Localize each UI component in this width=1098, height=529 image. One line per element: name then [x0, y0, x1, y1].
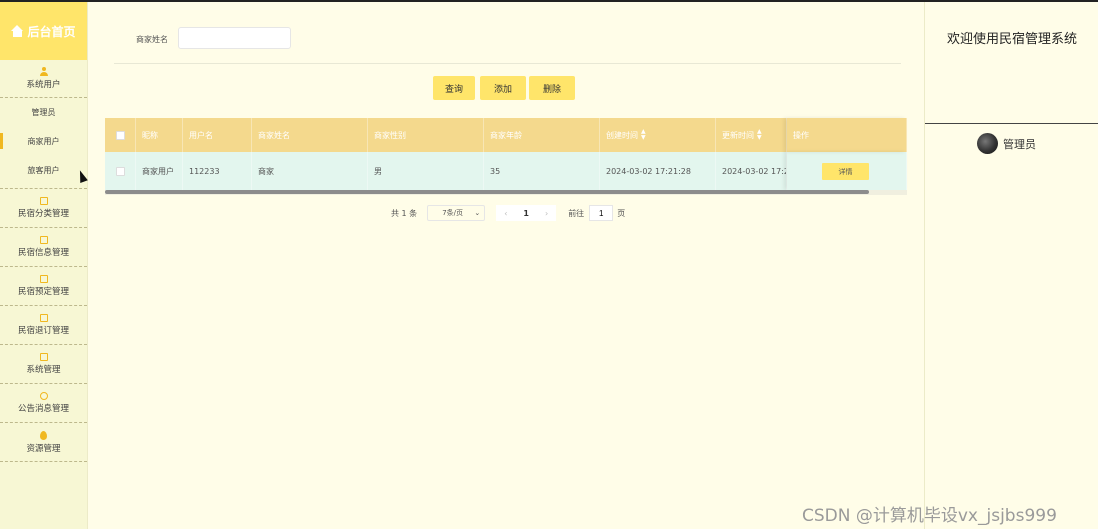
- sidebar-subitem-label: 旅客用户: [27, 166, 60, 175]
- detail-button[interactable]: 详情: [822, 163, 869, 180]
- cell-actions: 详情: [787, 152, 907, 190]
- table-row: 商家用户 112233 商家 男 35 2024-03-02 17:21:28 …: [105, 152, 907, 190]
- home-label: 后台首页: [27, 24, 76, 39]
- image-icon: [39, 353, 48, 361]
- add-button[interactable]: 添加: [480, 76, 526, 100]
- cell-merchant-name: 商家: [252, 152, 368, 190]
- goto-page-suffix: 页: [617, 208, 626, 218]
- sort-icon[interactable]: ▲ ▼: [757, 129, 762, 141]
- merchant-name-search-input[interactable]: [178, 27, 291, 49]
- merchant-table: 昵称 用户名 商家姓名 商家性别 商家年龄 创建时间 ▲ ▼ 更新时间 ▲ ▼ 操作…: [105, 118, 907, 195]
- sidebar-subitem-label: 管理员: [31, 108, 56, 117]
- header-merchant-gender: 商家性别: [368, 118, 484, 152]
- header-username: 用户名: [183, 118, 252, 152]
- header-merchant-age: 商家年龄: [484, 118, 600, 152]
- delete-button[interactable]: 删除: [529, 76, 575, 100]
- home-link[interactable]: 后台首页: [0, 2, 87, 60]
- sidebar-item-label: 民宿分类管理: [17, 209, 69, 219]
- pagination: 共 1 条 7条/页 ⌄ ‹ 1 › 前往 页: [391, 205, 625, 221]
- cell-created-at: 2024-03-02 17:21:28: [600, 152, 716, 190]
- sidebar-subitem-label: 商家用户: [27, 137, 60, 146]
- table-header: 昵称 用户名 商家姓名 商家性别 商家年龄 创建时间 ▲ ▼ 更新时间 ▲ ▼ 操作: [105, 118, 907, 152]
- sidebar-item-category[interactable]: 民宿分类管理: [0, 189, 87, 228]
- sidebar-item-system[interactable]: 系统管理: [0, 345, 87, 384]
- select-all-checkbox[interactable]: [115, 130, 125, 140]
- goto-page-input[interactable]: [589, 205, 614, 221]
- cell-username: 112233: [183, 152, 252, 190]
- header-updated-at[interactable]: 更新时间 ▲ ▼: [716, 118, 787, 152]
- right-panel: 欢迎使用民宿管理系统 管理员: [924, 2, 1098, 529]
- sidebar-subitem-admin[interactable]: 管理员: [0, 98, 87, 127]
- cell-merchant-age: 35: [484, 152, 600, 190]
- watermark: CSDN @计算机毕设vx_jsjbs999: [802, 506, 1057, 526]
- prev-page-icon[interactable]: ‹: [504, 209, 507, 218]
- sidebar-item-label: 资源管理: [26, 443, 61, 454]
- sidebar-subitem-traveler-users[interactable]: 旅客用户: [0, 156, 87, 185]
- sidebar-item-resource[interactable]: 资源管理: [0, 423, 87, 462]
- sidebar-item-system-users[interactable]: 系统用户: [0, 60, 87, 98]
- query-button[interactable]: 查询: [433, 76, 475, 100]
- chevron-down-icon: ⌄: [474, 209, 481, 217]
- page-navigator: ‹ 1 ›: [496, 205, 557, 221]
- divider: [114, 63, 901, 64]
- sidebar-item-notice[interactable]: 公告消息管理: [0, 384, 87, 423]
- cell-nickname: 商家用户: [136, 152, 183, 190]
- select-all-cell: [105, 118, 136, 152]
- cell-updated-at: 2024-03-02 17:21:28: [716, 152, 787, 190]
- header-actions: 操作: [787, 118, 907, 152]
- row-select-cell: [105, 152, 136, 190]
- sidebar-item-info[interactable]: 民宿信息管理: [0, 228, 87, 267]
- pin-icon: [40, 430, 47, 440]
- page-size-value: 7条/页: [442, 209, 463, 217]
- sidebar-item-label: 系统用户: [26, 80, 61, 90]
- goto-label: 前往: [568, 208, 585, 218]
- folder-icon: [39, 197, 48, 205]
- header-nickname: 昵称: [136, 118, 183, 152]
- header-label: 更新时间: [722, 130, 754, 140]
- header-created-at[interactable]: 创建时间 ▲ ▼: [600, 118, 716, 152]
- user-icon: [39, 67, 48, 76]
- pagination-total: 共 1 条: [391, 208, 418, 218]
- page-size-select[interactable]: 7条/页 ⌄: [427, 205, 486, 221]
- row-checkbox[interactable]: [115, 166, 125, 176]
- sidebar-item-label: 公告消息管理: [17, 404, 69, 414]
- sidebar-submenu-system-users: 管理员 商家用户 旅客用户: [0, 98, 87, 189]
- divider: [925, 123, 1098, 124]
- cell-merchant-gender: 男: [368, 152, 484, 190]
- folder-icon: [39, 275, 48, 283]
- folder-icon: [39, 314, 48, 322]
- user-name: 管理员: [1003, 137, 1036, 151]
- sidebar-item-booking[interactable]: 民宿预定管理: [0, 267, 87, 306]
- table-horizontal-scrollbar[interactable]: [105, 190, 907, 195]
- header-merchant-name: 商家姓名: [252, 118, 368, 152]
- scrollbar-thumb[interactable]: [105, 190, 869, 194]
- sidebar-subitem-merchant-users[interactable]: 商家用户: [0, 127, 87, 156]
- avatar: [977, 133, 998, 154]
- folder-icon: [39, 236, 48, 244]
- home-icon: [11, 25, 24, 37]
- main-content: 商家姓名 查询 添加 删除 昵称 用户名 商家姓名 商家性别 商家年龄 创建时间…: [89, 2, 924, 529]
- sidebar-item-label: 民宿信息管理: [17, 248, 69, 258]
- sidebar: 后台首页 系统用户 管理员 商家用户 旅客用户 民宿分类管理 民宿信息管理 民宿…: [0, 2, 88, 529]
- user-menu[interactable]: 管理员: [977, 133, 1036, 154]
- sort-icon[interactable]: ▲ ▼: [641, 129, 646, 141]
- welcome-title: 欢迎使用民宿管理系统: [947, 32, 1078, 47]
- header-label: 创建时间: [606, 130, 638, 140]
- info-icon: [39, 392, 48, 400]
- next-page-icon[interactable]: ›: [545, 209, 548, 218]
- search-label: 商家姓名: [136, 35, 168, 44]
- sidebar-item-label: 民宿退订管理: [17, 326, 69, 336]
- sidebar-item-label: 民宿预定管理: [17, 287, 69, 297]
- sidebar-item-label: 系统管理: [26, 365, 61, 375]
- sidebar-item-cancel[interactable]: 民宿退订管理: [0, 306, 87, 345]
- page-number[interactable]: 1: [523, 209, 529, 218]
